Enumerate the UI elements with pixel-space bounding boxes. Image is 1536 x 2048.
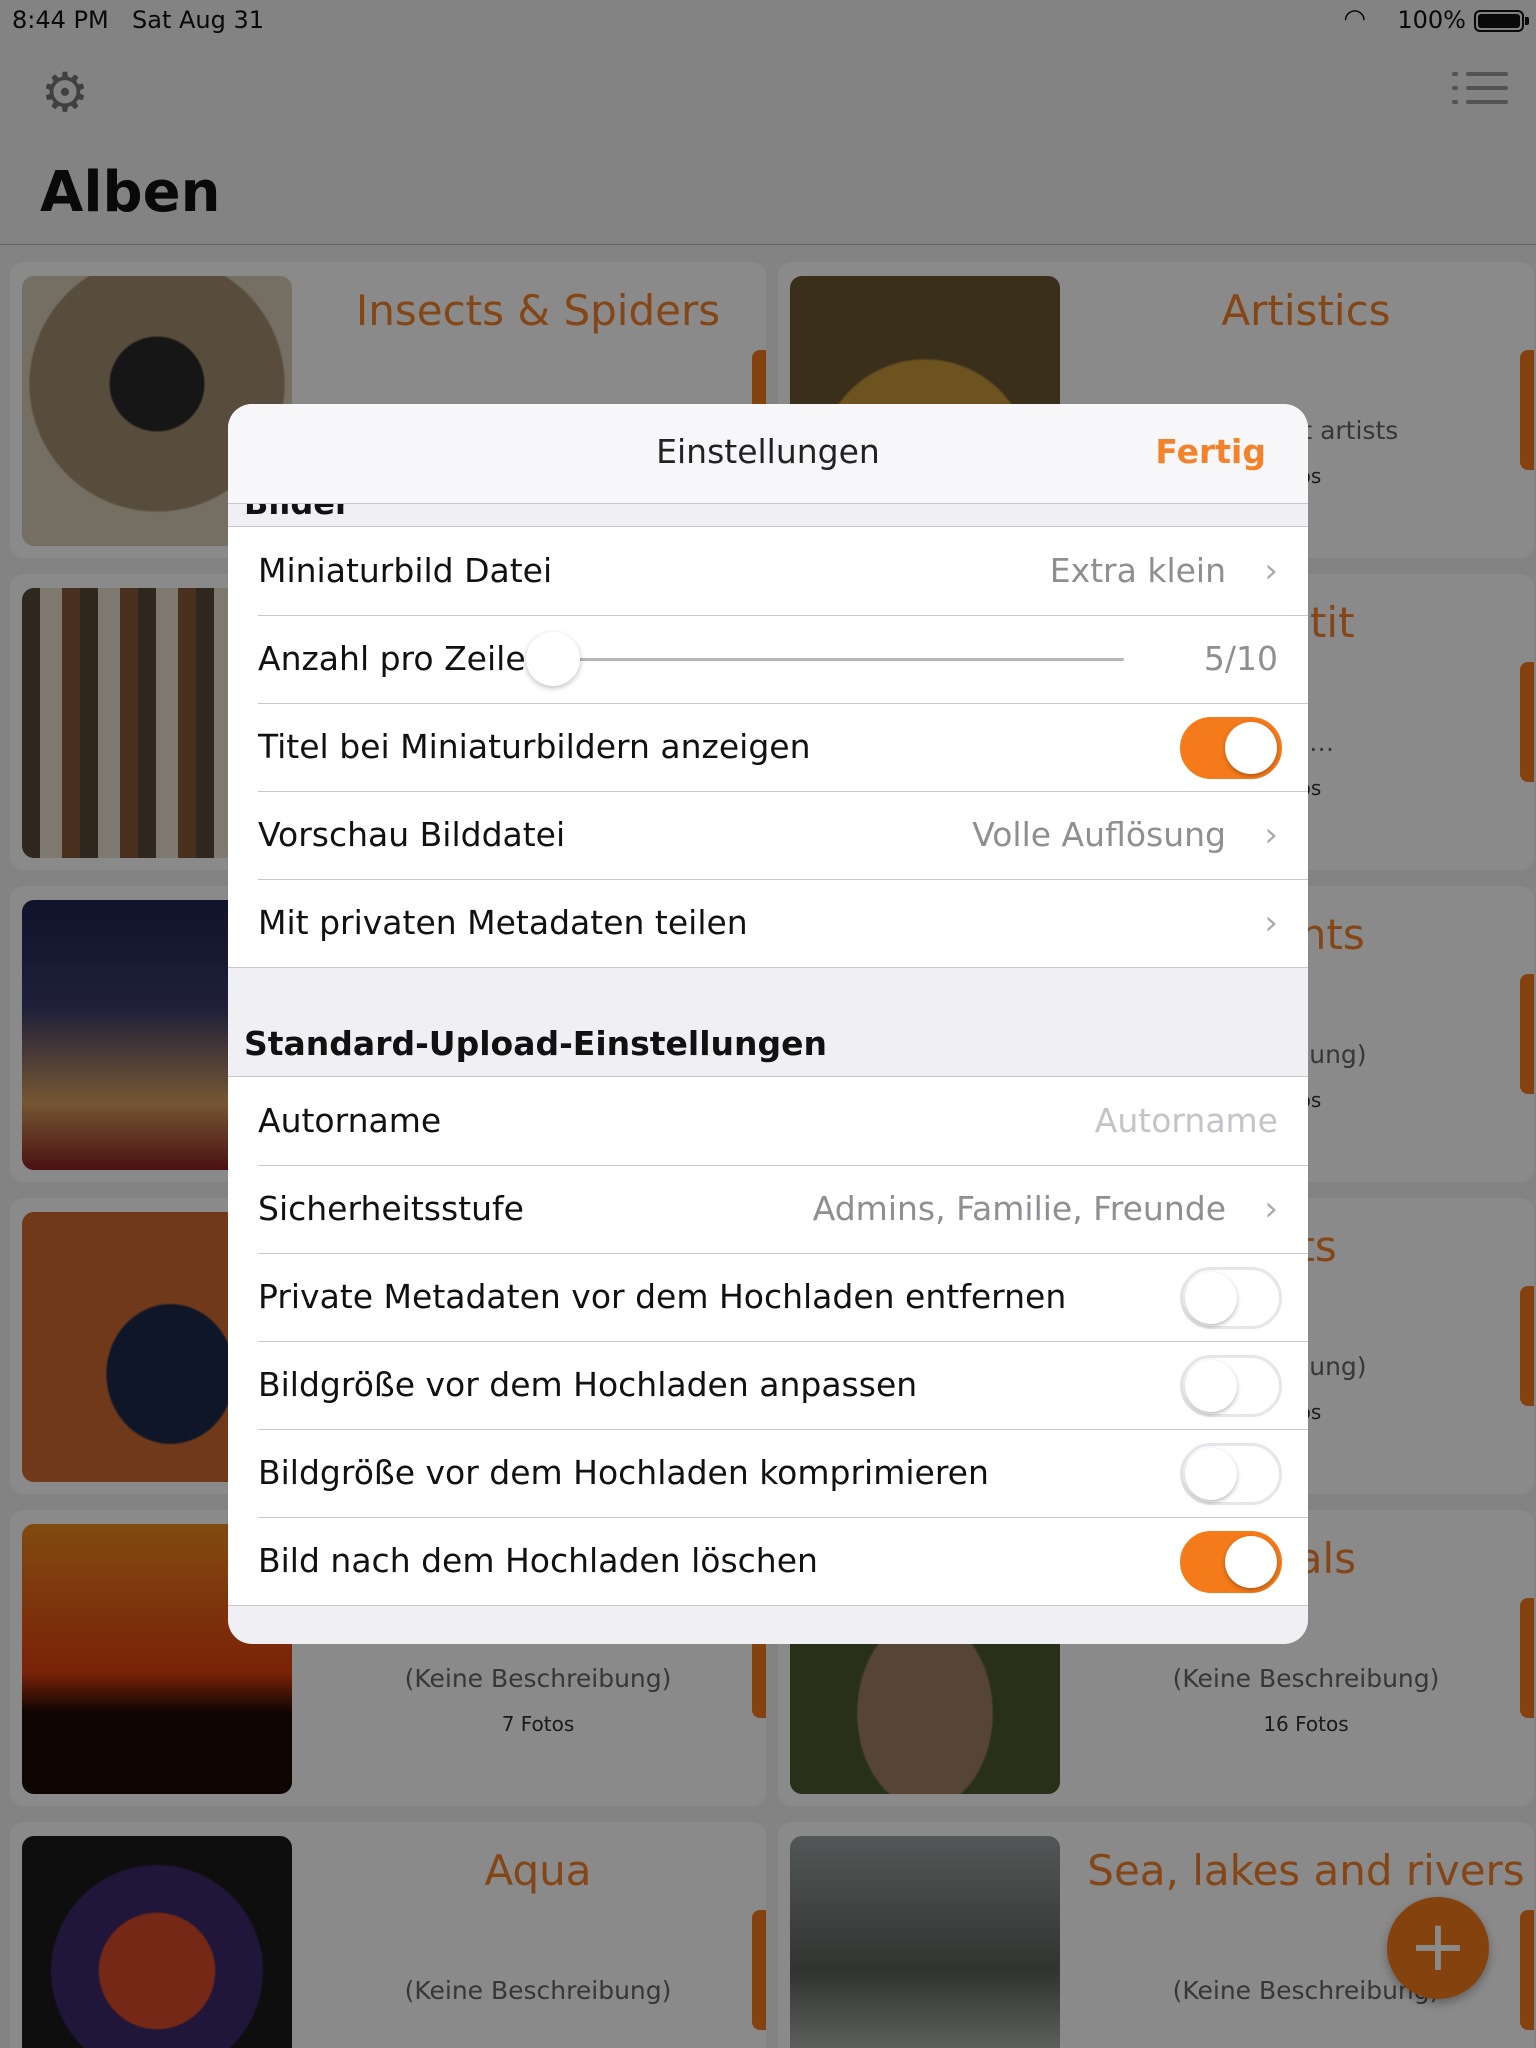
compress-toggle[interactable] <box>1180 1443 1282 1505</box>
row-label: Sicherheitsstufe <box>258 1189 524 1228</box>
slider-track <box>528 658 1124 661</box>
row-share-private-metadata[interactable]: Mit privaten Metadaten teilen › <box>228 879 1308 967</box>
row-label: Autorname <box>258 1101 442 1140</box>
section-header-upload: Standard-Upload-Einstellungen <box>244 1024 828 1063</box>
author-name-input[interactable]: Autorname <box>1095 1101 1278 1140</box>
row-label: Anzahl pro Zeile <box>258 639 526 678</box>
row-label: Mit privaten Metadaten teilen <box>258 903 748 942</box>
chevron-right-icon: › <box>1264 815 1278 855</box>
row-label: Bildgröße vor dem Hochladen komprimieren <box>258 1453 989 1492</box>
row-privacy-level[interactable]: Sicherheitsstufe Admins, Familie, Freund… <box>228 1165 1308 1253</box>
row-thumbnail-file[interactable]: Miniaturbild Datei Extra klein › <box>228 527 1308 615</box>
per-row-slider[interactable] <box>526 615 1124 703</box>
row-show-titles: Titel bei Miniaturbildern anzeigen <box>228 703 1308 791</box>
slider-value: 5/10 <box>1203 639 1278 678</box>
row-author: Autorname Autorname <box>228 1077 1308 1165</box>
row-label: Bildgröße vor dem Hochladen anpassen <box>258 1365 918 1404</box>
slider-thumb[interactable] <box>526 632 580 686</box>
strip-metadata-toggle[interactable] <box>1180 1267 1282 1329</box>
row-resize: Bildgröße vor dem Hochladen anpassen <box>228 1341 1308 1429</box>
show-titles-toggle[interactable] <box>1180 717 1282 779</box>
modal-title: Einstellungen <box>656 432 880 471</box>
row-delete-after-upload: Bild nach dem Hochladen löschen <box>228 1517 1308 1605</box>
row-value: Extra klein <box>1049 551 1226 590</box>
done-button[interactable]: Fertig <box>1155 432 1266 471</box>
modal-header: Einstellungen Fertig <box>228 404 1308 504</box>
row-value: Volle Auflösung <box>972 815 1226 854</box>
settings-modal: Bilder Einstellungen Fertig Miniaturbild… <box>228 404 1308 1644</box>
delete-after-upload-toggle[interactable] <box>1180 1531 1282 1593</box>
row-value: Admins, Familie, Freunde <box>812 1189 1226 1228</box>
row-label: Miniaturbild Datei <box>258 551 553 590</box>
settings-group-images: Miniaturbild Datei Extra klein › Anzahl … <box>228 526 1308 968</box>
row-label: Vorschau Bilddatei <box>258 815 566 854</box>
chevron-right-icon: › <box>1264 903 1278 943</box>
row-per-row: Anzahl pro Zeile 5/10 <box>228 615 1308 703</box>
row-label: Private Metadaten vor dem Hochladen entf… <box>258 1277 1067 1316</box>
resize-toggle[interactable] <box>1180 1355 1282 1417</box>
settings-group-upload: Autorname Autorname Sicherheitsstufe Adm… <box>228 1076 1308 1606</box>
row-compress: Bildgröße vor dem Hochladen komprimieren <box>228 1429 1308 1517</box>
chevron-right-icon: › <box>1264 551 1278 591</box>
row-preview-file[interactable]: Vorschau Bilddatei Volle Auflösung › <box>228 791 1308 879</box>
row-strip-metadata: Private Metadaten vor dem Hochladen entf… <box>228 1253 1308 1341</box>
row-label: Titel bei Miniaturbildern anzeigen <box>258 727 811 766</box>
row-label: Bild nach dem Hochladen löschen <box>258 1541 818 1580</box>
chevron-right-icon: › <box>1264 1189 1278 1229</box>
